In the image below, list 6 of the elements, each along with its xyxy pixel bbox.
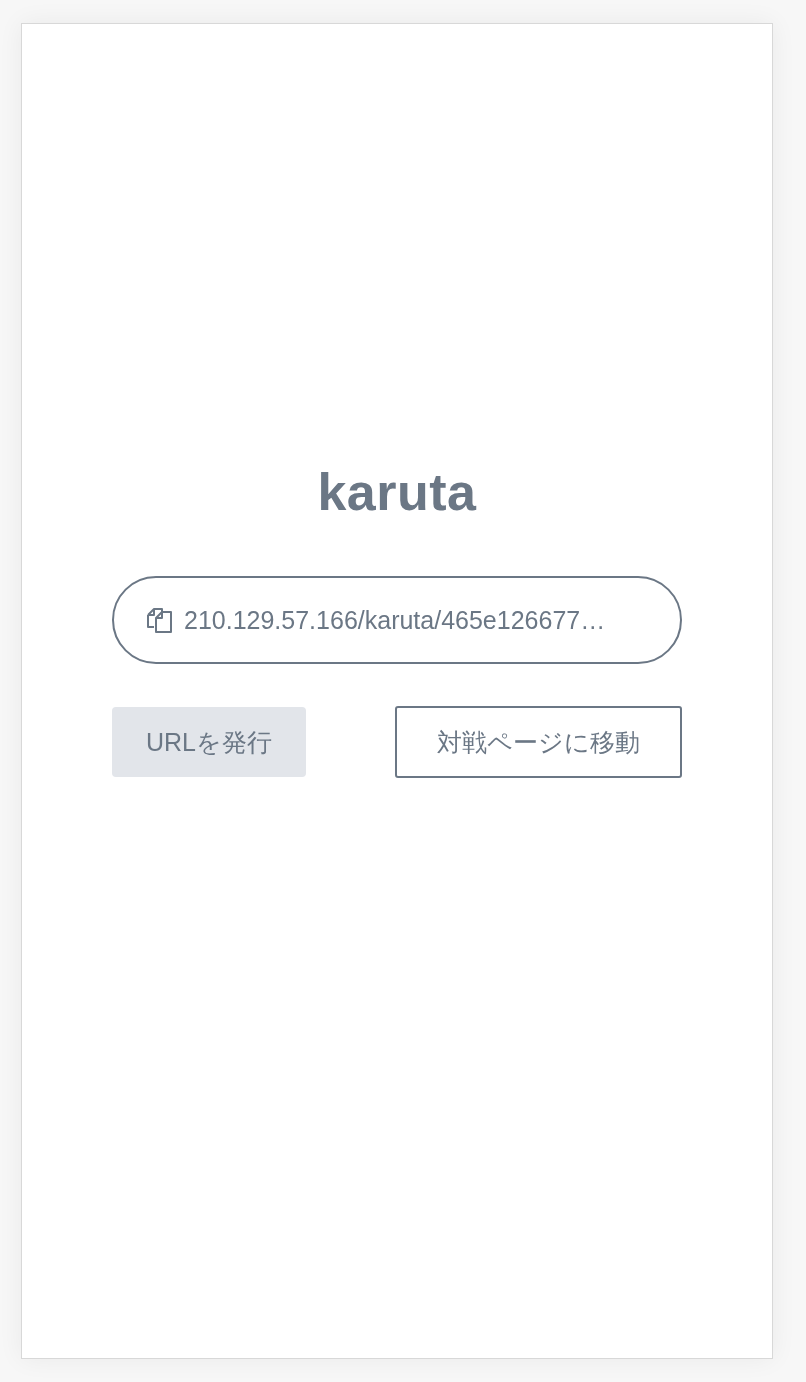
app-title: karuta xyxy=(317,462,477,522)
issue-url-button[interactable]: URLを発行 xyxy=(112,707,306,777)
go-to-match-button[interactable]: 対戦ページに移動 xyxy=(395,706,682,778)
copy-icon[interactable] xyxy=(146,606,174,634)
url-text: 210.129.57.166/karuta/465e126677… xyxy=(184,605,606,635)
url-field[interactable]: 210.129.57.166/karuta/465e126677… xyxy=(112,576,682,664)
